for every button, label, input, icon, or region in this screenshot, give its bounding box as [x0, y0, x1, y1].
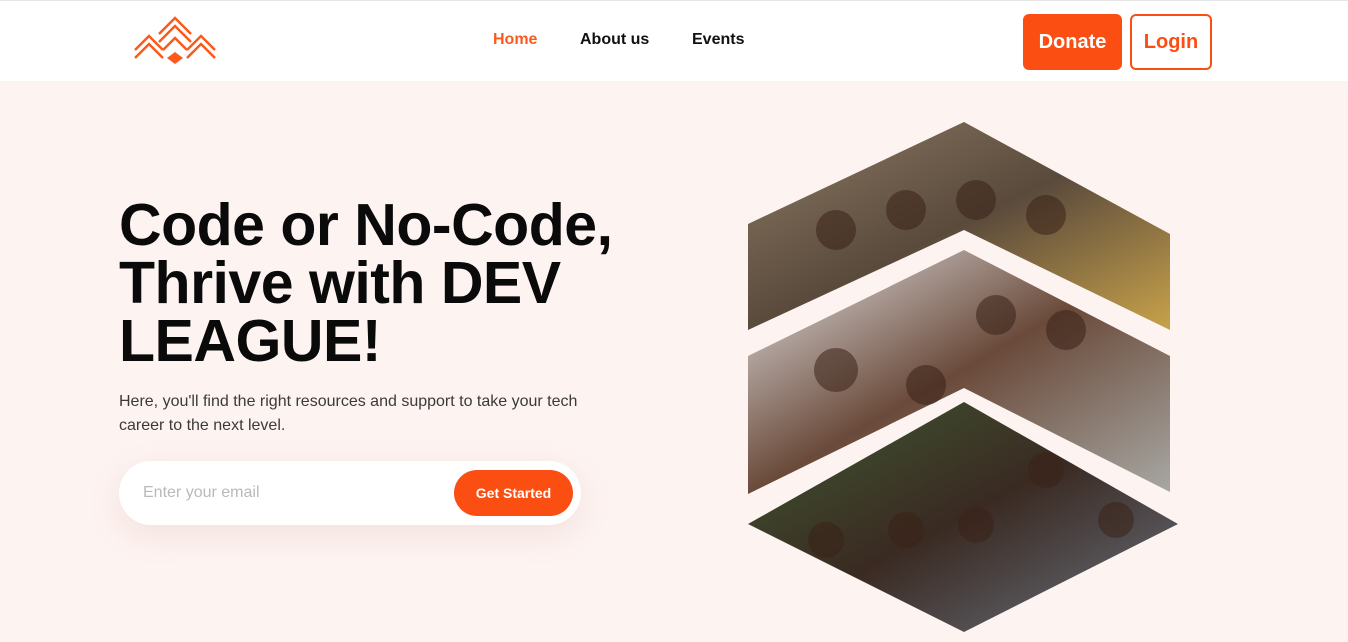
nav-home-link[interactable]: Home: [493, 31, 537, 49]
donate-button[interactable]: Donate: [1023, 14, 1122, 70]
site-header: Home About us Events Donate Login: [0, 0, 1348, 81]
email-input[interactable]: [143, 481, 443, 505]
hero-photo-collage: [748, 122, 1178, 632]
get-started-button[interactable]: Get Started: [454, 470, 573, 516]
hero-subtitle: Here, you'll find the right resources an…: [119, 393, 578, 434]
hero-title: Code or No-Code, Thrive with DEV LEAGUE!: [119, 192, 613, 374]
nav-events-link[interactable]: Events: [692, 31, 744, 49]
login-button[interactable]: Login: [1130, 14, 1212, 70]
nav-about-link[interactable]: About us: [580, 31, 649, 49]
email-signup-form: Get Started: [119, 461, 581, 525]
